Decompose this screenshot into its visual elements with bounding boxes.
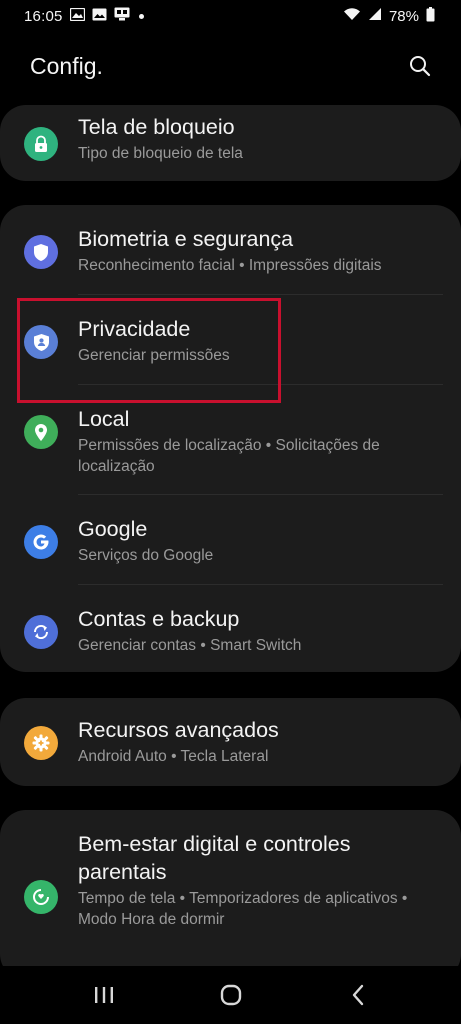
item-subtitle: Reconhecimento facial • Impressões digit… xyxy=(78,257,382,274)
recent-apps-button[interactable] xyxy=(74,975,134,1015)
photo-icon xyxy=(69,7,85,25)
settings-group-4: Bem-estar digital e controles parentais … xyxy=(0,810,461,980)
item-title: Tela de bloqueio xyxy=(78,115,235,139)
page-title: Config. xyxy=(30,52,103,79)
wifi-icon xyxy=(343,7,361,25)
cast-icon xyxy=(114,7,130,25)
settings-item-google[interactable]: Google Serviços do Google xyxy=(0,495,461,585)
privacy-shield-icon xyxy=(24,325,58,359)
status-time: 16:05 xyxy=(24,7,63,25)
search-button[interactable] xyxy=(405,51,435,81)
notification-dot xyxy=(138,13,144,19)
item-title: Contas e backup xyxy=(78,607,240,631)
battery-percent: 78% xyxy=(388,7,419,25)
settings-item-digital-wellbeing[interactable]: Bem-estar digital e controles parentais … xyxy=(0,810,461,950)
status-bar-right: 78% xyxy=(343,6,435,26)
settings-item-lock-screen[interactable]: Tela de bloqueio Tipo de bloqueio de tel… xyxy=(0,105,461,181)
recent-apps-icon xyxy=(94,987,113,1003)
settings-group-3: Recursos avançados Android Auto • Tecla … xyxy=(0,698,461,786)
home-button[interactable] xyxy=(201,975,261,1015)
status-bar-left: 16:05 xyxy=(24,7,144,25)
gallery-icon xyxy=(92,8,107,25)
battery-icon xyxy=(426,6,435,26)
item-subtitle: Tipo de bloqueio de tela xyxy=(78,145,243,162)
item-subtitle: Serviços do Google xyxy=(78,547,214,564)
shield-icon xyxy=(24,235,58,269)
item-subtitle: Permissões de localização • Solicitações… xyxy=(78,437,380,475)
app-header: Config. xyxy=(0,44,461,88)
sync-icon xyxy=(24,615,58,649)
gear-plus-icon xyxy=(24,726,58,760)
signal-icon xyxy=(368,7,382,25)
status-bar: 16:05 78% xyxy=(0,0,461,32)
settings-group-1: Tela de bloqueio Tipo de bloqueio de tel… xyxy=(0,105,461,181)
settings-screen: 16:05 78% Config. Tela de bloqueio Tipo … xyxy=(0,0,461,1024)
item-title: Recursos avançados xyxy=(78,718,279,742)
back-button[interactable] xyxy=(328,975,388,1015)
item-subtitle: Android Auto • Tecla Lateral xyxy=(78,748,269,765)
item-subtitle: Tempo de tela • Temporizadores de aplica… xyxy=(78,890,408,928)
google-icon xyxy=(24,525,58,559)
item-title: Biometria e segurança xyxy=(78,227,294,251)
item-title: Google xyxy=(78,517,148,541)
lock-icon xyxy=(24,127,58,161)
search-icon xyxy=(410,56,431,77)
back-icon xyxy=(352,984,363,1006)
settings-item-location[interactable]: Local Permissões de localização • Solici… xyxy=(0,385,461,495)
settings-item-privacy[interactable]: Privacidade Gerenciar permissões xyxy=(0,295,461,385)
item-subtitle: Gerenciar contas • Smart Switch xyxy=(78,637,302,654)
settings-group-2: Biometria e segurança Reconhecimento fac… xyxy=(0,205,461,672)
item-title: Privacidade xyxy=(78,317,191,341)
navigation-bar xyxy=(0,966,461,1024)
location-pin-icon xyxy=(24,415,58,449)
item-subtitle: Gerenciar permissões xyxy=(78,347,230,364)
settings-item-biometrics[interactable]: Biometria e segurança Reconhecimento fac… xyxy=(0,205,461,295)
wellbeing-icon xyxy=(24,880,58,914)
item-title: Bem-estar digital e controles parentais xyxy=(78,832,351,884)
item-title: Local xyxy=(78,407,130,431)
settings-item-accounts-backup[interactable]: Contas e backup Gerenciar contas • Smart… xyxy=(0,585,461,672)
settings-item-advanced-features[interactable]: Recursos avançados Android Auto • Tecla … xyxy=(0,698,461,786)
home-icon xyxy=(220,984,241,1006)
